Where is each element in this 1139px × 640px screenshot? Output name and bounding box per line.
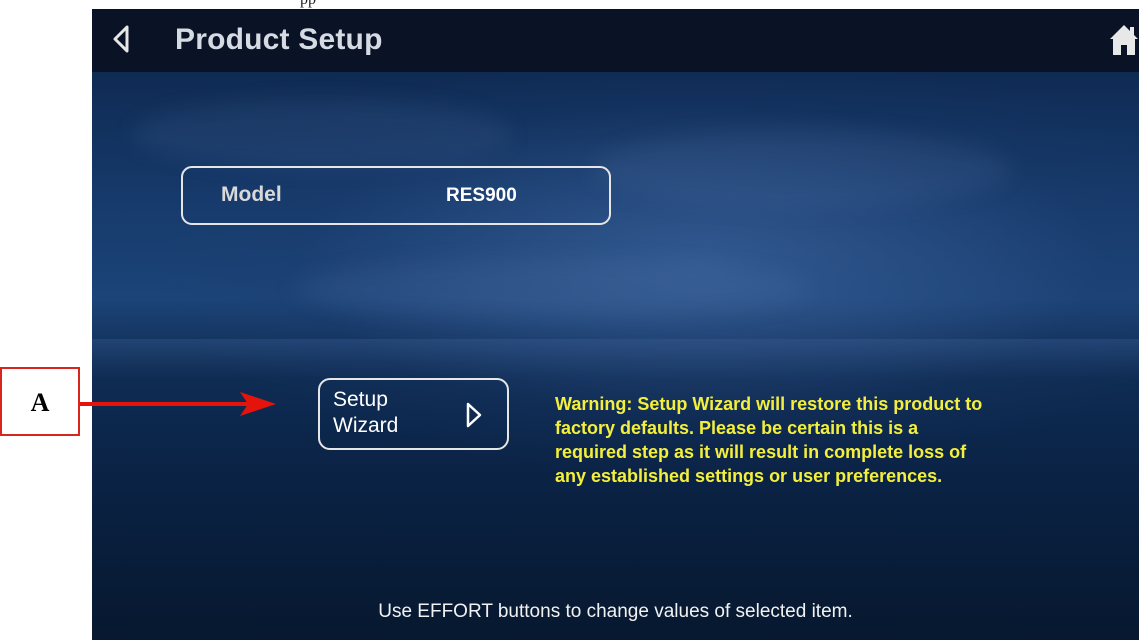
sky-cloud xyxy=(132,99,512,169)
device-screen: Product Setup Model RES900 Setup Wizard … xyxy=(92,9,1139,640)
warning-message: Warning: Setup Wizard will restore this … xyxy=(555,394,983,486)
model-field[interactable]: Model RES900 xyxy=(181,166,611,225)
page-title: Product Setup xyxy=(175,23,383,56)
setup-wizard-label-line2: Wizard xyxy=(333,414,399,437)
callout-letter: A xyxy=(30,388,50,417)
callout-label-box: A xyxy=(0,367,80,436)
setup-wizard-label-line1: Setup xyxy=(333,388,388,411)
model-label: Model xyxy=(221,183,282,206)
document-text-fragment: pp xyxy=(300,0,316,9)
model-value: RES900 xyxy=(446,185,517,206)
back-chevron-icon[interactable] xyxy=(110,23,132,55)
setup-wizard-button[interactable]: Setup Wizard xyxy=(318,378,509,450)
sky-cloud xyxy=(592,129,1012,209)
home-icon[interactable] xyxy=(1109,21,1139,59)
callout-arrow-icon xyxy=(80,392,276,416)
horizon-glow xyxy=(92,339,1139,379)
chevron-right-icon xyxy=(466,402,482,428)
sky-cloud xyxy=(292,259,812,319)
title-bar: Product Setup xyxy=(92,9,1139,72)
setup-wizard-label: Setup Wizard xyxy=(333,387,433,439)
footer-hint: Use EFFORT buttons to change values of s… xyxy=(378,601,853,622)
